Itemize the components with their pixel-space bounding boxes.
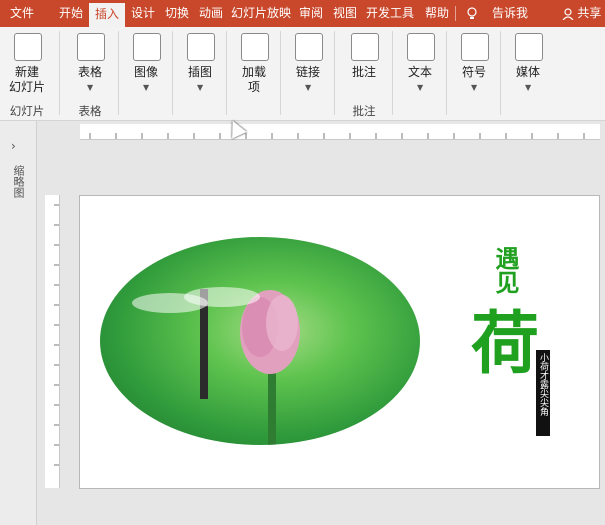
thumbnail-panel-label: 缩略图 (12, 165, 25, 198)
link-icon (295, 33, 323, 61)
image-button[interactable]: 图像 ▼ (126, 27, 166, 107)
comment-icon (351, 33, 379, 61)
symbols-label: 符号 (461, 65, 486, 79)
comment-label: 批注 (351, 65, 376, 79)
ribbon-separator (446, 31, 447, 115)
thumbnail-panel[interactable]: › 缩略图 (0, 121, 37, 525)
addins-button[interactable]: 加载 项 (234, 27, 274, 107)
tab-insert[interactable]: 插入 (89, 3, 125, 27)
ribbon-separator (226, 31, 227, 115)
ribbon-separator (280, 31, 281, 115)
link-label: 链接 (295, 65, 320, 79)
ribbon-separator (59, 31, 60, 115)
comment-button[interactable]: 批注 (342, 27, 386, 107)
chevron-down-icon: ▼ (87, 83, 94, 92)
image-icon (133, 33, 161, 61)
horizontal-ruler (80, 124, 600, 140)
expand-chevron-icon[interactable]: › (11, 139, 16, 153)
tab-view[interactable]: 视图 (328, 0, 362, 27)
vertical-caption: 小荷才露尖尖角 (538, 353, 548, 416)
illustrations-label: 插图 (187, 65, 212, 79)
table-label: 表格 (77, 65, 102, 79)
tab-help[interactable]: 帮助 (420, 0, 454, 27)
slide-title-meet[interactable]: 遇见 (488, 246, 519, 294)
group-label-slides: 幻灯片 (9, 104, 45, 118)
tab-developer[interactable]: 开发工具 (362, 0, 418, 27)
text-label: 文本 (407, 65, 432, 79)
share-button[interactable]: 共享 (558, 0, 605, 27)
tab-animations[interactable]: 动画 (194, 0, 228, 27)
tab-home[interactable]: 开始 (53, 0, 89, 27)
share-label: 共享 (577, 6, 602, 20)
tab-review[interactable]: 审阅 (294, 0, 328, 27)
lightbulb-icon[interactable] (464, 0, 480, 27)
table-button[interactable]: 表格 ▼ (70, 27, 110, 107)
lotus-dragonfly-image[interactable] (100, 237, 420, 445)
symbols-button[interactable]: 符号 ▼ (454, 27, 494, 107)
ribbon-separator (334, 31, 335, 115)
table-icon (77, 33, 105, 61)
shapes-icon (187, 33, 215, 61)
ribbon-separator (392, 31, 393, 115)
tell-me-search[interactable]: 告诉我 (486, 0, 534, 27)
chevron-down-icon: ▼ (197, 83, 204, 92)
illustrations-button[interactable]: 插图 ▼ (180, 27, 220, 107)
vertical-caption-box[interactable]: 小荷才露尖尖角 (536, 350, 550, 436)
new-slide-label: 新建 幻灯片 (8, 65, 45, 94)
chevron-down-icon: ▼ (471, 83, 478, 92)
new-slide-button[interactable]: 新建 幻灯片 (4, 27, 50, 107)
ribbon: 新建 幻灯片 幻灯片 表格 ▼ 表格 图像 ▼ 插图 ▼ 加载 项 链接 ▼ 批… (0, 27, 605, 121)
chevron-down-icon: ▼ (525, 83, 532, 92)
text-icon (407, 33, 435, 61)
tab-design[interactable]: 设计 (126, 0, 160, 27)
vertical-ruler (45, 195, 60, 488)
omega-icon (461, 33, 489, 61)
tab-slideshow[interactable]: 幻灯片放映 (228, 0, 294, 27)
ribbon-separator (118, 31, 119, 115)
group-label-table: 表格 (78, 104, 102, 118)
chevron-down-icon: ▼ (143, 83, 150, 92)
link-button[interactable]: 链接 ▼ (288, 27, 328, 107)
media-button[interactable]: 媒体 ▼ (508, 27, 548, 107)
tab-transitions[interactable]: 切换 (160, 0, 194, 27)
menu-bar: 文件 开始 插入 设计 切换 动画 幻灯片放映 审阅 视图 开发工具 帮助 告诉… (0, 0, 605, 27)
new-slide-icon (14, 33, 42, 61)
media-label: 媒体 (515, 65, 540, 79)
addins-label: 加载 项 (241, 65, 266, 94)
menu-separator (455, 6, 456, 21)
chevron-down-icon: ▼ (305, 83, 312, 92)
slide-title-lotus[interactable]: 荷 (470, 302, 540, 392)
speaker-icon (515, 33, 543, 61)
addins-icon (241, 33, 269, 61)
group-label-comments: 批注 (352, 104, 376, 118)
ribbon-separator (172, 31, 173, 115)
tab-file[interactable]: 文件 (0, 0, 44, 27)
chevron-down-icon: ▼ (417, 83, 424, 92)
image-label: 图像 (133, 65, 158, 79)
ribbon-separator (500, 31, 501, 115)
text-button[interactable]: 文本 ▼ (400, 27, 440, 107)
